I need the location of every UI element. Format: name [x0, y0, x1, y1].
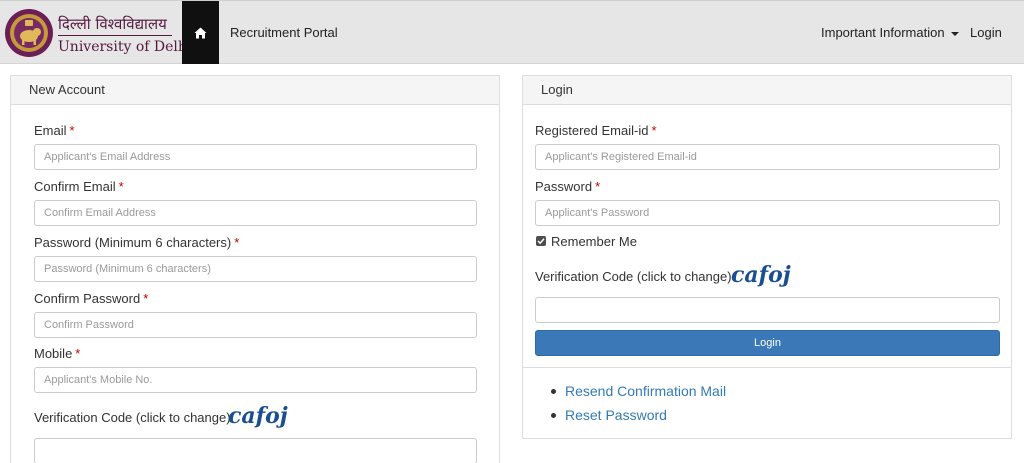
password-label-text: Password (Minimum 6 characters): [34, 235, 232, 250]
confirm-password-input[interactable]: [34, 312, 477, 338]
verification-code-input[interactable]: [34, 438, 477, 463]
mobile-label: Mobile *: [34, 346, 80, 361]
login-verification-code-input[interactable]: [535, 297, 1000, 323]
confirm-email-label: Confirm Email *: [34, 179, 124, 194]
registered-email-input[interactable]: [535, 144, 1000, 170]
email-label: Email *: [34, 123, 75, 138]
password-input[interactable]: [34, 256, 477, 282]
mobile-input[interactable]: [34, 367, 477, 393]
email-label-text: Email: [34, 123, 67, 138]
login-captcha-image[interactable]: cafoj: [731, 262, 791, 288]
password-label: Password (Minimum 6 characters) *: [34, 235, 239, 250]
panel-footer-divider: [523, 367, 1011, 368]
brand-english-name: University of Delhi: [58, 39, 192, 55]
navbar: दिल्ली विश्वविद्यालय University of Delhi…: [0, 0, 1024, 64]
registered-email-label: Registered Email-id *: [535, 123, 657, 138]
remember-me-label[interactable]: Remember Me: [551, 234, 637, 249]
required-marker: *: [651, 123, 657, 138]
required-marker: *: [143, 291, 149, 306]
mobile-label-text: Mobile: [34, 346, 73, 361]
required-marker: *: [75, 346, 81, 361]
registered-email-label-text: Registered Email-id: [535, 123, 649, 138]
verification-code-label: Verification Code (click to change): [34, 410, 231, 425]
university-brand[interactable]: दिल्ली विश्वविद्यालय University of Delhi: [4, 4, 191, 62]
home-button[interactable]: [182, 1, 219, 64]
required-marker: *: [234, 235, 240, 250]
nav-important-information-dropdown[interactable]: Important Information: [821, 25, 959, 40]
remember-me-checkbox[interactable]: [536, 236, 546, 246]
login-title: Login: [541, 82, 573, 97]
brand-divider: [58, 35, 172, 36]
login-panel: Login Registered Email-id* Password* Rem…: [522, 75, 1012, 439]
required-marker: *: [118, 179, 124, 194]
confirm-email-label-text: Confirm Email: [34, 179, 116, 194]
university-seal-icon: [5, 9, 53, 57]
checkmark-icon: [537, 238, 545, 245]
nav-recruitment-portal[interactable]: Recruitment Portal: [230, 25, 338, 40]
brand-hindi-name: दिल्ली विश्वविद्यालय: [58, 15, 167, 33]
caret-down-icon: [950, 31, 959, 36]
resend-confirmation-mail-link[interactable]: Resend Confirmation Mail: [551, 382, 726, 406]
required-marker: *: [69, 123, 75, 138]
captcha-image[interactable]: cafoj: [228, 403, 288, 429]
login-verification-code-label: Verification Code (click to change): [535, 269, 732, 284]
confirm-password-label: Confirm Password *: [34, 291, 148, 306]
reset-password-link[interactable]: Reset Password: [551, 406, 726, 430]
required-marker: *: [595, 179, 601, 194]
login-password-input[interactable]: [535, 200, 1000, 226]
new-account-panel: New Account Email* Confirm Email* Passwo…: [10, 75, 500, 463]
nav-important-information-label: Important Information: [821, 25, 945, 40]
new-account-panel-heading: New Account: [11, 76, 499, 105]
confirm-password-label-text: Confirm Password: [34, 291, 141, 306]
login-help-links: Resend Confirmation Mail Reset Password: [551, 382, 726, 430]
nav-login-link[interactable]: Login: [970, 25, 1002, 40]
login-password-label-text: Password: [535, 179, 593, 194]
new-account-title: New Account: [29, 82, 105, 97]
home-icon: [194, 27, 207, 38]
login-submit-button[interactable]: Login: [535, 330, 1000, 356]
login-panel-heading: Login: [523, 76, 1011, 105]
confirm-email-input[interactable]: [34, 200, 477, 226]
login-password-label: Password *: [535, 179, 600, 194]
email-input[interactable]: [34, 144, 477, 170]
